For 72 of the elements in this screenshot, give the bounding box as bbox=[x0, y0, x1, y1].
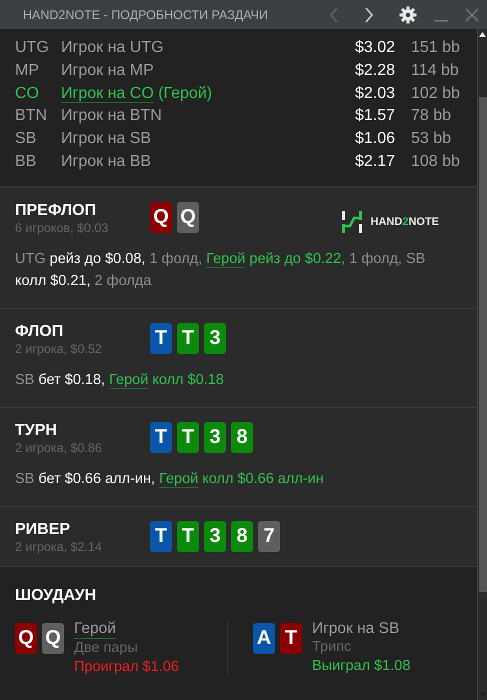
scrollbar[interactable] bbox=[477, 29, 487, 700]
action-summary: SB бет $0.66 алл-ин, Герой колл $0.66 алл-ин bbox=[15, 470, 325, 490]
action-summary: SB бет $0.18, Герой колл $0.18 bbox=[15, 371, 225, 392]
stack-amount: $2.03 bbox=[354, 84, 395, 103]
position-label: BTN bbox=[15, 107, 48, 126]
playing-card: T bbox=[280, 623, 302, 654]
hero-link[interactable]: Герой bbox=[206, 251, 246, 268]
window-title: HAND2NOTE - ПОДРОБНОСТИ РАЗДАЧИ bbox=[23, 8, 268, 22]
stack-amount: $3.02 bbox=[354, 39, 395, 58]
position-label: MP bbox=[15, 62, 40, 80]
close-icon[interactable] bbox=[465, 8, 479, 22]
playing-card: Q bbox=[42, 623, 64, 654]
hand-rank: Две пары bbox=[74, 639, 139, 658]
stack-amount: $2.28 bbox=[354, 62, 395, 80]
street-title: РИВЕР bbox=[15, 521, 72, 540]
street-summary: 2 игрока, $0.86 bbox=[15, 441, 103, 456]
hero-link[interactable]: Герой bbox=[74, 619, 116, 640]
street-title: ПРЕФЛОП bbox=[15, 202, 98, 220]
stack-bb: 108 bb bbox=[410, 152, 461, 171]
stack-bb: 151 bb bbox=[410, 39, 461, 58]
playing-card: 3 bbox=[204, 323, 226, 354]
playing-card: 3 bbox=[204, 422, 226, 454]
playing-card: Q bbox=[15, 623, 37, 654]
stack-amount: $1.57 bbox=[354, 107, 395, 126]
playing-card: T bbox=[150, 323, 172, 354]
player-name: Игрок на CO (Герой) bbox=[61, 84, 214, 103]
result-text: Проиграл $1.06 bbox=[74, 658, 179, 678]
position-label: UTG bbox=[15, 39, 50, 58]
logo-icon bbox=[340, 210, 363, 234]
playing-card: T bbox=[177, 422, 199, 454]
stack-bb: 114 bb bbox=[410, 62, 460, 80]
playing-card: T bbox=[177, 323, 199, 354]
playing-card: Q bbox=[177, 202, 199, 234]
hero-link[interactable]: Герой bbox=[109, 372, 148, 390]
street-summary: 2 игрока, $0.52 bbox=[15, 342, 103, 356]
playing-card: T bbox=[150, 521, 172, 552]
position-label: SB bbox=[15, 130, 38, 148]
player-name: Игрок на BTN bbox=[61, 107, 163, 126]
street-summary: 6 игроков, $0.03 bbox=[15, 221, 110, 236]
player-name: Игрок на SB bbox=[61, 130, 152, 148]
stack-amount: $2.17 bbox=[354, 152, 395, 171]
logo-text: HAND2NOTE bbox=[370, 216, 439, 228]
scroll-up-icon[interactable] bbox=[479, 32, 486, 37]
playing-card: Q bbox=[150, 202, 172, 234]
playing-card: 3 bbox=[204, 521, 226, 552]
playing-card: 7 bbox=[258, 521, 280, 552]
player-name: Игрок на SB bbox=[312, 619, 400, 638]
playing-card: A bbox=[253, 623, 275, 654]
stack-bb: 53 bb bbox=[410, 130, 452, 148]
player-name: Игрок на UTG bbox=[61, 39, 165, 58]
playing-card: 8 bbox=[231, 422, 253, 454]
player-name: Игрок на BB bbox=[61, 152, 152, 171]
stack-amount: $1.06 bbox=[354, 130, 395, 148]
stack-bb: 102 bb bbox=[410, 84, 461, 103]
showdown-title: ШОУДАУН bbox=[15, 587, 98, 606]
hand-rank: Трипс bbox=[312, 638, 352, 658]
playing-card: T bbox=[150, 422, 172, 454]
position-label: BB bbox=[15, 152, 38, 171]
stack-bb: 78 bb bbox=[410, 107, 452, 126]
settings-icon[interactable] bbox=[399, 6, 417, 24]
position-label: CO bbox=[15, 84, 40, 103]
playing-card: 8 bbox=[231, 521, 253, 552]
street-title: ФЛОП bbox=[15, 323, 64, 342]
action-summary: UTG рейз до $0.08, 1 фолд, Герой рейз до $0.22, 1 фолд, SB колл $0.21, 2 фолда bbox=[15, 250, 426, 292]
street-summary: 2 игрока, $2.14 bbox=[15, 540, 103, 554]
result-text: Выиграл $1.08 bbox=[312, 657, 410, 676]
street-title: ТУРН bbox=[15, 422, 58, 440]
next-button[interactable] bbox=[364, 6, 374, 22]
hero-link[interactable]: Игрок на CO bbox=[61, 84, 154, 103]
hero-link[interactable]: Герой bbox=[159, 471, 198, 488]
playing-card: T bbox=[177, 521, 199, 552]
player-name: Игрок на MP bbox=[61, 62, 155, 80]
